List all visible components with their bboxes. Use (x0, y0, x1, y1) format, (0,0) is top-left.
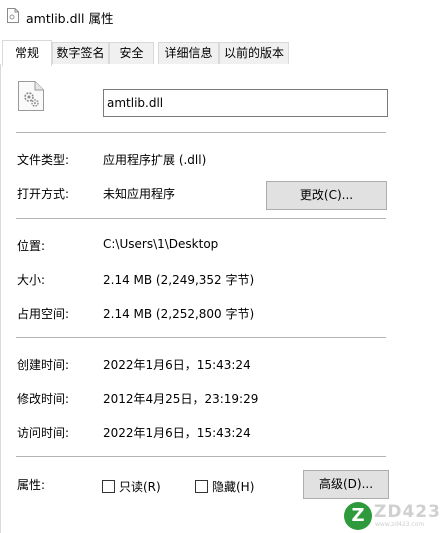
accessed-value: 2022年1月6日，15:43:24 (103, 426, 251, 440)
size-label: 大小: (17, 273, 46, 287)
watermark-logo: Z ZD423 www.zd423.com (344, 500, 446, 533)
hidden-checkbox-box[interactable] (195, 480, 208, 493)
created-value: 2022年1月6日，15:43:24 (103, 358, 251, 372)
modified-value: 2012年4月25日，23:19:29 (103, 392, 259, 406)
advanced-button[interactable]: 高级(D)... (303, 470, 389, 499)
tab-security[interactable]: 安全 (109, 42, 154, 65)
size-value: 2.14 MB (2,249,352 字节) (103, 273, 255, 287)
watermark-url: www.zd423.com (375, 521, 425, 528)
readonly-checkbox-box[interactable] (102, 480, 115, 493)
hidden-checkbox[interactable]: 隐藏(H) (195, 478, 254, 495)
general-panel (0, 64, 446, 533)
watermark-text: ZD423 (374, 502, 441, 522)
separator (16, 456, 386, 457)
file-name-input[interactable]: amtlib.dll (103, 89, 388, 117)
opens-with-value: 未知应用程序 (103, 187, 176, 201)
dll-file-icon (18, 81, 44, 111)
tab-previous-versions[interactable]: 以前的版本 (219, 42, 289, 65)
watermark-logo-mark: Z (344, 502, 372, 530)
created-label: 创建时间: (17, 358, 70, 372)
tab-general[interactable]: 常规 (2, 40, 52, 66)
separator (16, 218, 386, 219)
attributes-label: 属性: (17, 478, 46, 492)
tab-details[interactable]: 详细信息 (158, 42, 219, 65)
file-type-value: 应用程序扩展 (.dll) (103, 153, 207, 167)
location-value: C:\Users\1\Desktop (103, 237, 219, 251)
location-label: 位置: (17, 239, 46, 253)
readonly-checkbox[interactable]: 只读(R) (102, 478, 161, 495)
size-on-disk-label: 占用空间: (17, 307, 70, 321)
readonly-checkbox-label[interactable]: 只读(R) (119, 478, 161, 495)
separator (16, 132, 386, 133)
opens-with-label: 打开方式: (17, 187, 70, 201)
file-type-label: 文件类型: (17, 153, 70, 167)
dll-file-icon (7, 8, 19, 23)
change-button[interactable]: 更改(C)... (266, 181, 387, 210)
window-title: amtlib.dll 属性 (26, 11, 114, 26)
separator (16, 337, 386, 338)
modified-label: 修改时间: (17, 392, 70, 406)
accessed-label: 访问时间: (17, 426, 70, 440)
tab-digital-signatures[interactable]: 数字签名 (52, 42, 109, 65)
tab-strip: 常规 数字签名 安全 详细信息 以前的版本 (0, 40, 446, 66)
hidden-checkbox-label[interactable]: 隐藏(H) (212, 478, 254, 495)
size-on-disk-value: 2.14 MB (2,252,800 字节) (103, 307, 255, 321)
title-bar: amtlib.dll 属性 (0, 0, 446, 34)
